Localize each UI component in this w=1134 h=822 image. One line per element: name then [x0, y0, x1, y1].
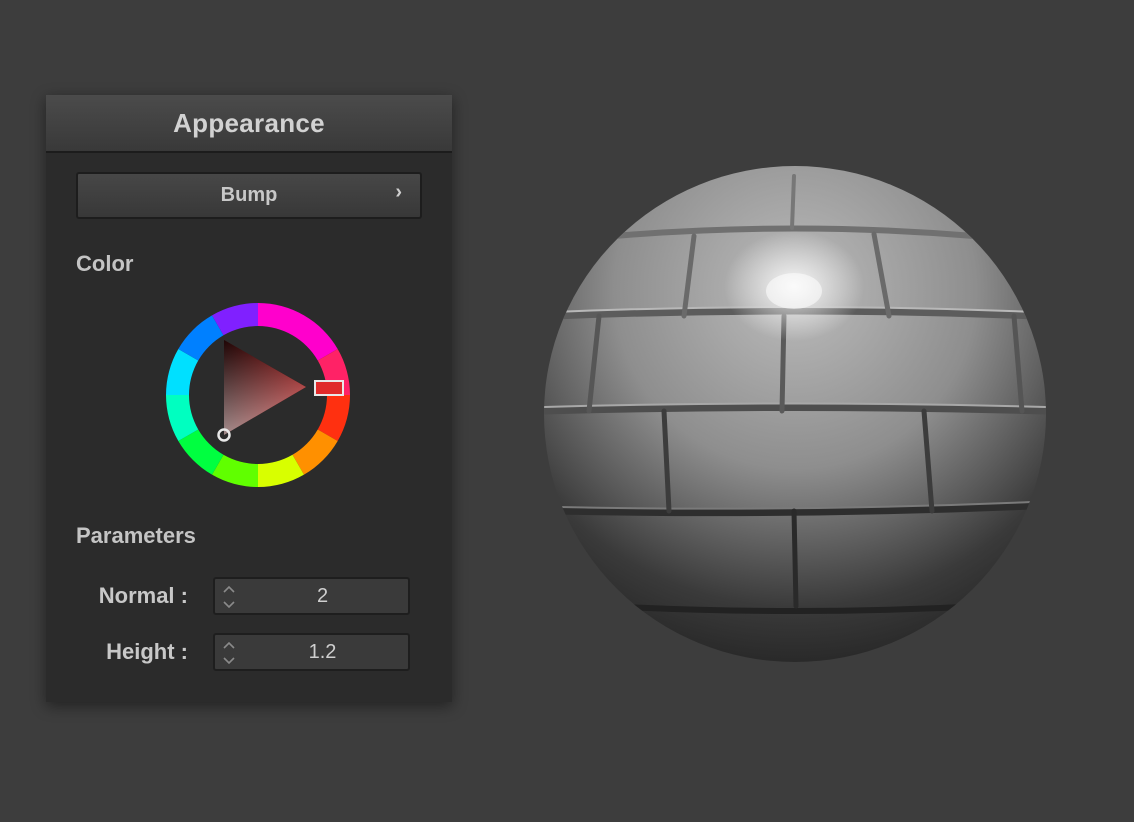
material-preview-sphere-icon[interactable]	[544, 166, 1046, 662]
height-label: Height :	[106, 639, 188, 664]
chevron-right-icon: ›	[395, 181, 402, 203]
color-section-label: Color	[76, 251, 134, 276]
appearance-panel: Appearance Bump › Color Parameters Norma…	[46, 95, 452, 702]
spin-arrows-icon[interactable]	[221, 638, 237, 668]
saturation-value-triangle[interactable]	[224, 340, 306, 435]
color-wheel[interactable]	[158, 295, 358, 495]
parameters-section-label: Parameters	[76, 523, 196, 548]
panel-title: Appearance	[46, 95, 452, 153]
normal-label: Normal :	[98, 583, 188, 608]
height-value[interactable]: 1.2	[237, 635, 408, 669]
hue-handle[interactable]	[314, 380, 344, 396]
normal-value[interactable]: 2	[237, 579, 408, 613]
spin-arrows-icon[interactable]	[221, 582, 237, 612]
height-spinbox[interactable]: 1.2	[213, 633, 410, 671]
bump-button-label: Bump	[220, 184, 278, 206]
bump-button[interactable]: Bump ›	[76, 172, 422, 219]
normal-spinbox[interactable]: 2	[213, 577, 410, 615]
